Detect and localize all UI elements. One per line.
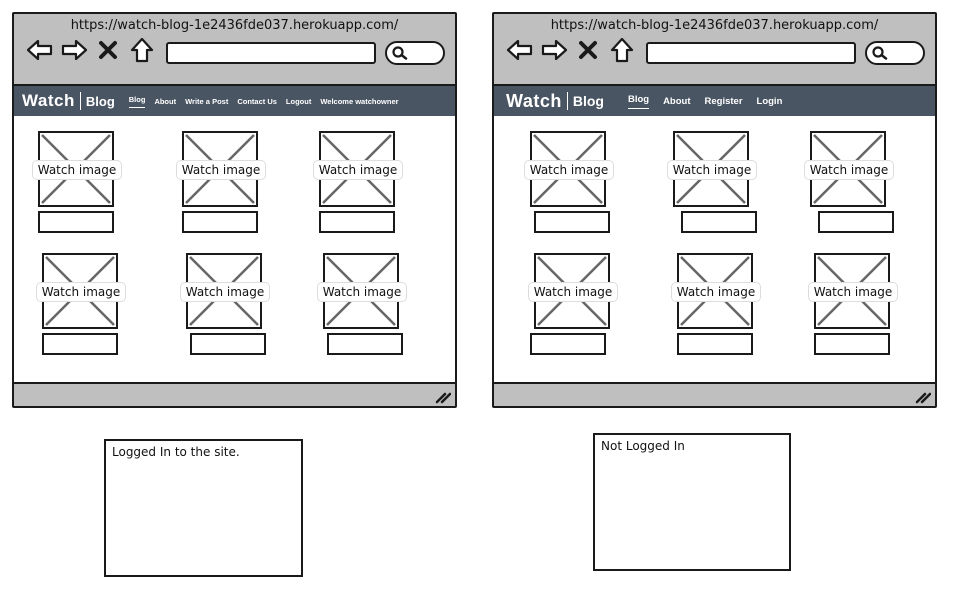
nav-welcome-user: Welcome watchowner [320,96,399,106]
watch-caption [677,333,753,355]
image-placeholder-icon: Watch image [524,131,614,207]
watch-caption [327,333,403,355]
watch-image-label: Watch image [667,160,757,180]
image-placeholder-icon: Watch image [808,253,898,329]
image-placeholder-icon: Watch image [804,131,894,207]
search-icon [872,46,888,60]
browser-nav-buttons [506,36,636,64]
watch-image-label: Watch image [524,160,614,180]
brand-divider [566,92,568,110]
nav-link-logout[interactable]: Logout [286,97,311,106]
watch-image-label: Watch image [313,160,403,180]
browser-chrome: https://watch-blog-1e2436fde037.herokuap… [14,14,455,86]
image-placeholder-icon: Watch image [317,253,407,329]
close-x-icon[interactable] [94,36,122,64]
note-logged-in: Logged In to the site. [104,439,303,577]
brand-subtitle: Blog [85,93,115,109]
back-arrow-icon[interactable] [506,36,534,64]
forward-arrow-icon[interactable] [540,36,568,64]
back-arrow-icon[interactable] [26,36,54,64]
watch-image-label: Watch image [180,282,270,302]
watch-image-label: Watch image [671,282,761,302]
watch-caption [814,333,890,355]
address-bar[interactable] [646,42,856,64]
image-placeholder-icon: Watch image [32,131,122,207]
browser-window-logged-in: https://watch-blog-1e2436fde037.herokuap… [12,12,457,408]
watch-image-label: Watch image [804,160,894,180]
watch-image-label: Watch image [317,282,407,302]
watch-caption [190,333,266,355]
resize-grip-icon[interactable] [915,390,931,404]
url-text: https://watch-blog-1e2436fde037.herokuap… [550,18,879,33]
nav-link-blog[interactable]: Blog [128,95,146,108]
brand-title: Watch [506,90,562,111]
close-x-icon[interactable] [574,36,602,64]
brand-title: Watch [22,91,75,110]
nav-link-about[interactable]: About [154,97,176,106]
home-icon[interactable] [608,36,636,64]
nav-links: Blog About Register Login [627,94,783,109]
nav-link-blog[interactable]: Blog [627,94,650,109]
brand-divider [79,92,81,110]
nav-link-contact[interactable]: Contact Us [237,97,277,106]
search-box[interactable] [865,41,925,65]
nav-link-login[interactable]: Login [757,96,783,107]
site-brand[interactable]: Watch Blog [14,91,115,111]
browser-status-bar [14,382,455,406]
watch-caption [38,211,114,233]
site-navbar: Watch Blog Blog About Register Login [494,86,935,116]
browser-chrome: https://watch-blog-1e2436fde037.herokuap… [494,14,935,86]
nav-link-about[interactable]: About [663,96,690,107]
home-icon[interactable] [128,36,156,64]
watch-image-label: Watch image [808,282,898,302]
search-box[interactable] [385,41,445,65]
browser-nav-buttons [26,36,156,64]
image-placeholder-icon: Watch image [667,131,757,207]
note-not-logged-in: Not Logged In [593,433,791,571]
watch-caption [182,211,258,233]
watch-caption [534,211,610,233]
watch-caption [530,333,606,355]
search-icon [392,46,408,60]
nav-link-write-post[interactable]: Write a Post [185,97,228,106]
watch-image-label: Watch image [32,160,122,180]
resize-grip-icon[interactable] [435,390,451,404]
watch-caption [42,333,118,355]
site-brand[interactable]: Watch Blog [494,91,604,112]
watch-caption [681,211,757,233]
site-navbar: Watch Blog Blog About Write a Post Conta… [14,86,455,116]
image-placeholder-icon: Watch image [36,253,126,329]
browser-window-logged-out: https://watch-blog-1e2436fde037.herokuap… [492,12,937,408]
nav-link-register[interactable]: Register [705,96,743,107]
image-placeholder-icon: Watch image [313,131,403,207]
watch-image-label: Watch image [176,160,266,180]
address-bar[interactable] [166,42,376,64]
watch-caption [319,211,395,233]
forward-arrow-icon[interactable] [60,36,88,64]
note-text: Not Logged In [601,439,685,453]
image-placeholder-icon: Watch image [528,253,618,329]
url-text: https://watch-blog-1e2436fde037.herokuap… [70,18,399,33]
watch-image-label: Watch image [528,282,618,302]
browser-status-bar [494,382,935,406]
watch-caption [818,211,894,233]
brand-subtitle: Blog [572,93,604,109]
image-placeholder-icon: Watch image [176,131,266,207]
nav-links: Blog About Write a Post Contact Us Logou… [128,95,399,108]
note-text: Logged In to the site. [112,445,240,459]
watch-image-label: Watch image [36,282,126,302]
image-placeholder-icon: Watch image [180,253,270,329]
image-placeholder-icon: Watch image [671,253,761,329]
